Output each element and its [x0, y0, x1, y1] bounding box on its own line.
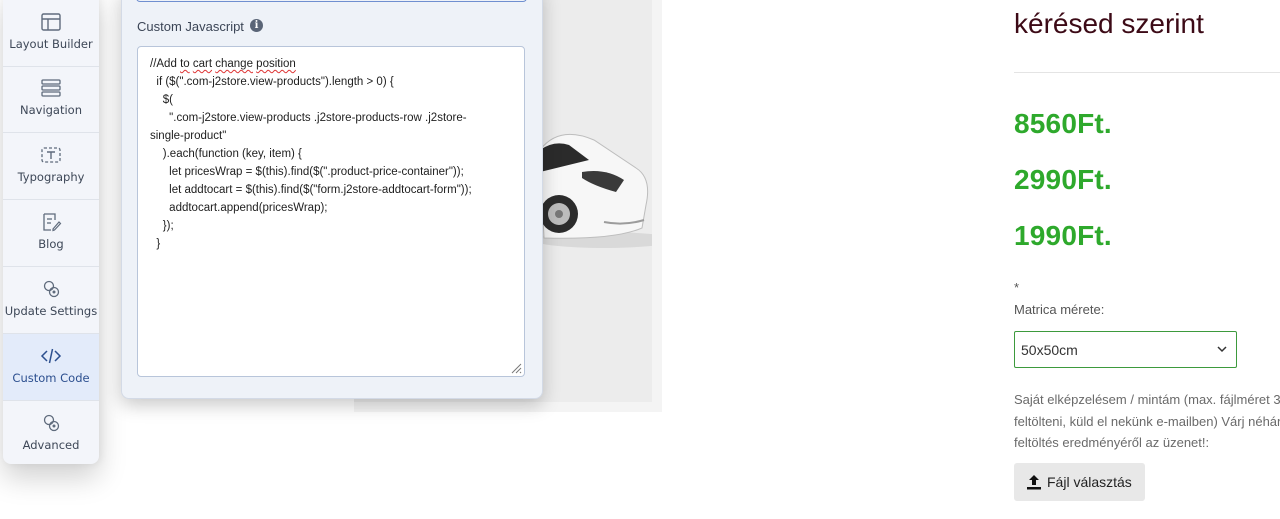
size-label: Matrica mérete: — [1014, 302, 1105, 317]
code-line: if ($(".com-j2store.view-products").leng… — [150, 76, 394, 88]
navigation-icon — [41, 79, 61, 97]
custom-code-panel: Custom Javascript i //Add to cart change… — [121, 0, 543, 399]
divider — [1014, 72, 1280, 73]
upload-description: Saját elképzelésem / mintám (max. fájlmé… — [1014, 389, 1280, 454]
sidebar-item-label: Typography — [17, 170, 85, 184]
sidebar: Layout Builder Navigation Typography Blo… — [3, 0, 99, 464]
code-line: $( — [150, 94, 174, 106]
price: 1990Ft. — [1014, 220, 1112, 251]
code-line: ).each(function (key, item) { — [150, 148, 302, 160]
sidebar-item-custom-code[interactable]: Custom Code — [3, 334, 99, 401]
info-icon[interactable]: i — [250, 19, 263, 32]
sidebar-item-label: Update Settings — [4, 304, 98, 318]
code-line: addtocart.append(pricesWrap); — [150, 202, 328, 214]
update-settings-icon — [43, 280, 60, 298]
code-line: //Add to cart change position — [150, 58, 296, 70]
description-line: feltölteni, küld el nekünk e-mailben) Vá… — [1014, 413, 1280, 429]
sidebar-item-label: Custom Code — [12, 371, 90, 385]
size-select[interactable]: 50x50cm — [1014, 331, 1237, 368]
code-line: let addtocart = $(this).find($("form.j2s… — [150, 184, 472, 196]
custom-javascript-label: Custom Javascript — [137, 19, 244, 34]
sidebar-item-label: Navigation — [19, 103, 83, 117]
sidebar-item-label: Advanced — [22, 438, 80, 452]
sidebar-item-label: Layout Builder — [9, 37, 93, 51]
sidebar-item-blog[interactable]: Blog — [3, 200, 99, 267]
price: 2990Ft. — [1014, 164, 1112, 195]
upload-icon — [1027, 475, 1041, 490]
typography-icon — [41, 147, 61, 163]
size-select-value: 50x50cm — [1021, 342, 1078, 358]
custom-javascript-textarea[interactable]: //Add to cart change position if ($(".co… — [137, 46, 525, 377]
sidebar-item-update-settings[interactable]: Update Settings — [3, 267, 99, 334]
code-content: //Add to cart change position if ($(".co… — [150, 55, 510, 253]
code-line: ".com-j2store.view-products .j2store-pro… — [150, 112, 467, 124]
description-line: feltöltés eredményéről az üzenet!: — [1014, 435, 1210, 450]
file-upload-button[interactable]: Fájl választás — [1014, 463, 1145, 501]
chevron-down-icon — [1217, 346, 1227, 353]
code-line: }); — [150, 220, 174, 232]
layout-icon — [41, 13, 61, 31]
advanced-icon — [43, 414, 60, 432]
sidebar-item-navigation[interactable]: Navigation — [3, 66, 99, 133]
custom-css-field[interactable] — [136, 0, 527, 2]
code-line: } — [150, 238, 161, 250]
product-title: kérésed szerint — [1014, 8, 1204, 39]
description-line: Saját elképzelésem / mintám (max. fájlmé… — [1014, 392, 1280, 407]
code-icon — [40, 348, 62, 364]
price: 8560Ft. — [1014, 108, 1112, 139]
sidebar-item-layout-builder[interactable]: Layout Builder — [3, 0, 99, 67]
file-upload-label: Fájl választás — [1047, 474, 1132, 490]
required-mark: * — [1014, 280, 1020, 295]
resize-handle-icon[interactable] — [510, 362, 522, 374]
sidebar-item-advanced[interactable]: Advanced — [3, 401, 99, 464]
sidebar-item-label: Blog — [38, 237, 64, 251]
sidebar-item-typography[interactable]: Typography — [3, 133, 99, 200]
code-line: single-product" — [150, 130, 227, 142]
blog-icon — [43, 213, 62, 232]
code-line: let pricesWrap = $(this).find($(".produc… — [150, 166, 464, 178]
